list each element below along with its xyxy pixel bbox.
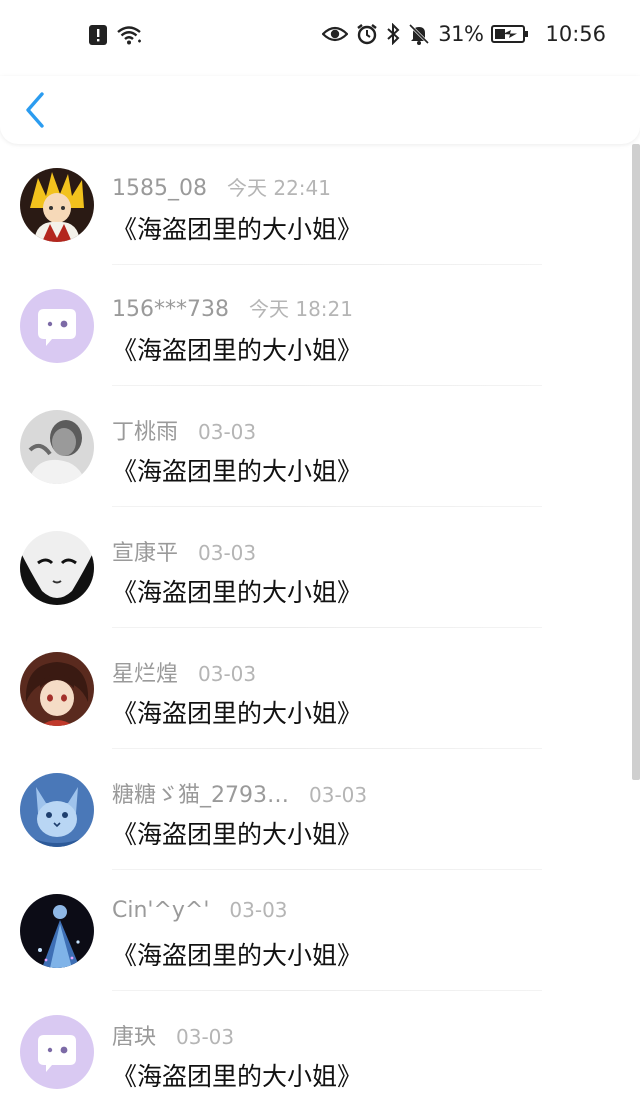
status-clock: 10:56 <box>545 22 606 46</box>
eye-icon <box>322 24 349 44</box>
blue-cat-avatar[interactable] <box>20 773 94 847</box>
comment-meta: Cin'^y^' 03-03 <box>112 898 288 923</box>
default-chat-avatar[interactable] <box>20 289 94 363</box>
comment-meta: 1585_08 今天 22:41 <box>112 172 331 201</box>
bw-face-avatar[interactable] <box>20 531 94 605</box>
comment-meta: 丁桃雨 03-03 <box>112 414 256 446</box>
dark-figure-avatar[interactable] <box>20 894 94 968</box>
default-chat-avatar[interactable] <box>20 1015 94 1089</box>
back-button[interactable] <box>18 88 54 132</box>
anime-girl-avatar[interactable] <box>20 652 94 726</box>
comment-item[interactable]: 糖糖ゞ猫_2793… 03-03 《海盗团里的大小姐》 <box>0 749 620 870</box>
comment-item[interactable]: 星烂煌 03-03 《海盗团里的大小姐》 <box>0 628 620 749</box>
comment-username[interactable]: 156***738 <box>112 297 229 322</box>
comment-meta: 糖糖ゞ猫_2793… 03-03 <box>112 777 367 809</box>
comment-item[interactable]: 唐玦 03-03 《海盗团里的大小姐》 <box>0 991 620 1112</box>
comment-item[interactable]: 宣康平 03-03 《海盗团里的大小姐》 <box>0 507 620 628</box>
comment-text: 《海盗团里的大小姐》 <box>112 578 363 607</box>
status-right-icons: 31% 10:56 <box>322 22 606 46</box>
wifi-icon <box>116 24 144 46</box>
comment-time: 03-03 <box>198 541 257 565</box>
battery-percent: 31% <box>438 22 484 46</box>
comment-item[interactable]: 丁桃雨 03-03 《海盗团里的大小姐》 <box>0 386 620 507</box>
comment-text: 《海盗团里的大小姐》 <box>112 699 363 728</box>
comment-text: 《海盗团里的大小姐》 <box>112 457 363 486</box>
comment-meta: 宣康平 03-03 <box>112 535 256 567</box>
comment-username[interactable]: 1585_08 <box>112 176 207 201</box>
top-nav-bar <box>0 76 640 144</box>
comment-time: 今天 22:41 <box>226 176 331 200</box>
chevron-left-icon <box>26 92 44 128</box>
comment-item[interactable]: 1585_08 今天 22:41 《海盗团里的大小姐》 <box>0 144 620 265</box>
comment-username[interactable]: 丁桃雨 <box>112 414 178 446</box>
battery-icon <box>491 24 529 44</box>
comment-username[interactable]: 星烂煌 <box>112 656 178 688</box>
comment-time: 03-03 <box>229 898 288 922</box>
comment-time: 03-03 <box>198 420 257 444</box>
comment-username[interactable]: 唐玦 <box>112 1019 156 1051</box>
comment-text: 《海盗团里的大小姐》 <box>112 336 363 365</box>
comment-list-screen: 31% 10:56 1585_08 今天 22:41 《海盗团里的大小姐》 15… <box>0 0 640 1114</box>
mute-icon <box>408 23 430 45</box>
comment-username[interactable]: 糖糖ゞ猫_2793… <box>112 777 289 809</box>
status-left-icons <box>88 24 144 46</box>
anime-blond-avatar[interactable] <box>20 168 94 242</box>
comment-text: 《海盗团里的大小姐》 <box>112 941 363 970</box>
comment-username[interactable]: Cin'^y^' <box>112 898 209 923</box>
comment-meta: 唐玦 03-03 <box>112 1019 234 1051</box>
comment-item[interactable]: Cin'^y^' 03-03 《海盗团里的大小姐》 <box>0 870 620 991</box>
comment-list[interactable]: 1585_08 今天 22:41 《海盗团里的大小姐》 156***738 今天… <box>0 144 640 1114</box>
alert-icon <box>88 24 108 46</box>
scrollbar[interactable] <box>632 144 640 780</box>
comment-text: 《海盗团里的大小姐》 <box>112 820 363 849</box>
grayscale-man-avatar[interactable] <box>20 410 94 484</box>
comment-text: 《海盗团里的大小姐》 <box>112 1062 363 1091</box>
comment-meta: 星烂煌 03-03 <box>112 656 256 688</box>
comment-meta: 156***738 今天 18:21 <box>112 293 353 322</box>
comment-time: 03-03 <box>198 662 257 686</box>
comment-time: 今天 18:21 <box>248 297 353 321</box>
bluetooth-icon <box>386 23 400 45</box>
status-bar: 31% 10:56 <box>0 0 640 76</box>
comment-time: 03-03 <box>309 783 368 807</box>
comment-text: 《海盗团里的大小姐》 <box>112 215 363 244</box>
comment-item[interactable]: 156***738 今天 18:21 《海盗团里的大小姐》 <box>0 265 620 386</box>
comment-username[interactable]: 宣康平 <box>112 535 178 567</box>
alarm-icon <box>356 23 378 45</box>
comment-time: 03-03 <box>176 1025 235 1049</box>
